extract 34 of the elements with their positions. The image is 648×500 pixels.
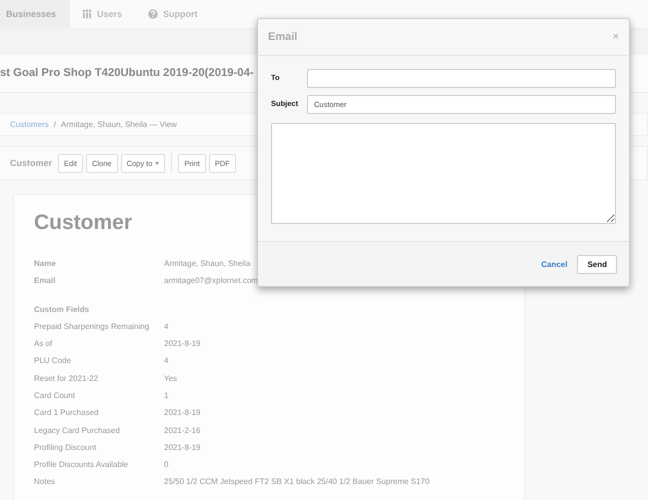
field-value: 1 bbox=[164, 390, 168, 400]
field-label: Card Count bbox=[34, 390, 76, 400]
field-value: 2021-8-19 bbox=[164, 442, 200, 452]
input-field[interactable] bbox=[307, 69, 616, 88]
field-label: Reset for 2021-22 bbox=[34, 374, 100, 383]
field-value: 0 bbox=[164, 460, 168, 470]
field-label: Profile Discounts Available bbox=[34, 460, 130, 470]
field-value: 4 bbox=[164, 356, 168, 366]
people-icon bbox=[82, 9, 92, 19]
field-value: 2021-8-19 bbox=[164, 339, 200, 348]
send-button[interactable]: Send bbox=[577, 254, 617, 274]
message-field[interactable] bbox=[271, 123, 616, 224]
dialog-title: Email bbox=[268, 31, 298, 43]
field-label: Notes bbox=[34, 477, 56, 486]
field-value: Yes bbox=[164, 374, 178, 383]
field-label: Name bbox=[34, 259, 57, 268]
field-value: 4 bbox=[164, 322, 168, 331]
breadcrumb-separator: / bbox=[54, 120, 56, 129]
breadcrumb-current: Armitage, Shaun, Sheila — View bbox=[60, 120, 177, 129]
field-label: Prepaid Sharpenings Remaining bbox=[34, 322, 150, 331]
toolbar-label: Customer bbox=[10, 158, 52, 168]
field-label: As of bbox=[34, 339, 54, 348]
field-label: Profiling Discount bbox=[34, 442, 98, 452]
card-heading: Customer bbox=[34, 211, 134, 235]
field-label: Email bbox=[34, 276, 56, 286]
page-title: st Goal Pro Shop T420Ubuntu 2019-20(2019-04- bbox=[0, 67, 254, 79]
help-icon bbox=[148, 9, 158, 19]
section-heading: Custom Fields bbox=[34, 304, 90, 316]
field-label: Legacy Card Purchased bbox=[34, 426, 121, 435]
field-label: PLU Code bbox=[34, 356, 72, 366]
cancel-link[interactable]: Cancel bbox=[541, 260, 568, 268]
field-value: 2021-2-16 bbox=[164, 426, 200, 435]
field-label: Card 1 Purchased bbox=[34, 408, 100, 418]
field-value: 2021-8-19 bbox=[164, 408, 200, 418]
